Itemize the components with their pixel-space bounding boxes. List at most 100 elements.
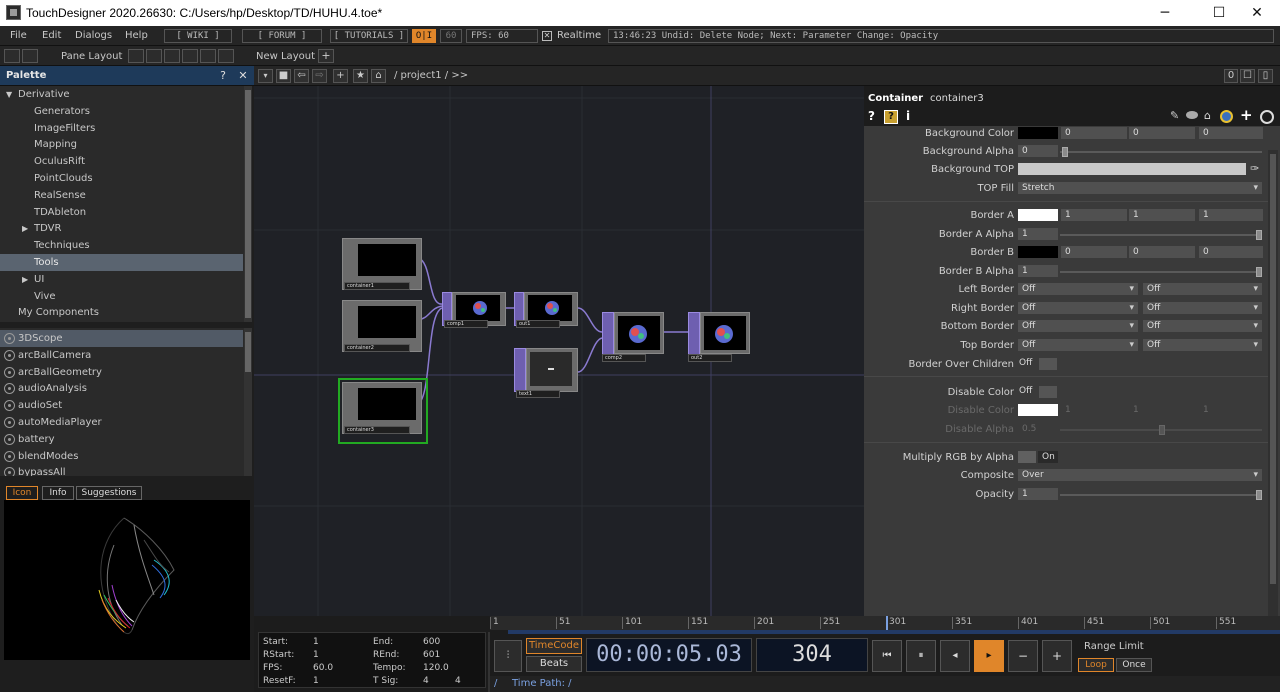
disable-color-b[interactable]: 1 [1198, 403, 1264, 417]
palette-tree-item[interactable]: Mapping [0, 136, 243, 153]
opacity-field[interactable]: 1 [1017, 487, 1059, 501]
border-b-alpha-slider[interactable] [1060, 271, 1262, 273]
border-a-alpha-slider[interactable] [1060, 234, 1262, 236]
back-icon[interactable]: ⇦ [294, 69, 309, 83]
playhead[interactable] [886, 616, 888, 630]
menu-file[interactable]: File [10, 30, 27, 41]
fps-value[interactable]: 60.0 [313, 663, 333, 673]
palette-tree-scrollbar[interactable] [244, 86, 252, 322]
start-value[interactable]: 1 [313, 637, 319, 647]
border-b-swatch[interactable] [1017, 245, 1059, 259]
rewind-icon[interactable]: ⏮ [872, 640, 902, 672]
help-icon[interactable]: ? [868, 109, 875, 123]
decrement-icon[interactable]: − [1008, 640, 1038, 672]
tsig-b-value[interactable]: 4 [455, 676, 461, 686]
layout-split-h-button[interactable] [146, 49, 162, 63]
realtime-checkbox[interactable]: ✕ [542, 31, 552, 41]
left-border-menu-b[interactable]: Off [1142, 282, 1263, 296]
right-border-menu-b[interactable]: Off [1142, 301, 1263, 315]
time-display[interactable]: 00:00:05.03 [586, 638, 752, 672]
layout-quad2-button[interactable] [218, 49, 234, 63]
timeline-handle-icon[interactable]: ⫶ [494, 640, 522, 672]
layout-split-v-button[interactable] [164, 49, 180, 63]
pause-icon[interactable]: ⏸ [906, 640, 936, 672]
border-a-alpha-knob[interactable] [1256, 230, 1262, 240]
palette-tree-item[interactable]: Techniques [0, 237, 243, 254]
range-bar[interactable] [508, 630, 1280, 634]
pane-split-icon[interactable]: ▯ [1258, 69, 1273, 83]
top-fill-menu[interactable]: Stretch [1017, 181, 1263, 195]
menu-edit[interactable]: Edit [42, 30, 61, 41]
new-layout-button[interactable]: + [318, 49, 334, 63]
palette-tree-item[interactable]: ▶ UI [0, 271, 243, 288]
multiply-rgb-value[interactable]: On [1037, 450, 1059, 464]
component-list-item[interactable]: 3DScope [0, 330, 243, 347]
bookmark-star-icon[interactable]: ★ [353, 69, 368, 83]
tsig-a-value[interactable]: 4 [423, 676, 429, 686]
palette-tree-item[interactable]: My Components [0, 304, 243, 321]
bottom-border-menu-a[interactable]: Off [1017, 319, 1139, 333]
resetf-value[interactable]: 1 [313, 676, 319, 686]
comment-icon[interactable] [1186, 111, 1198, 119]
layout-quad-button[interactable] [200, 49, 216, 63]
opacity-knob[interactable] [1256, 490, 1262, 500]
border-b-r[interactable]: 0 [1060, 245, 1128, 259]
palette-tree-item[interactable]: TDAbleton [0, 204, 243, 221]
home-icon[interactable]: ⌂ [371, 69, 386, 83]
border-a-g[interactable]: 1 [1128, 208, 1196, 222]
component-list-scrollbar[interactable] [244, 328, 252, 476]
border-b-alpha-knob[interactable] [1256, 267, 1262, 277]
menu-help[interactable]: Help [125, 30, 148, 41]
border-a-r[interactable]: 1 [1060, 208, 1128, 222]
loop-button[interactable]: Loop [1078, 658, 1114, 672]
top-border-menu-a[interactable]: Off [1017, 338, 1139, 352]
component-list-item[interactable]: arcBallGeometry [0, 364, 243, 381]
border-over-children-toggle[interactable] [1038, 357, 1058, 371]
forum-button[interactable]: [ FORUM ] [242, 29, 322, 43]
add-parameter-icon[interactable]: + [1240, 106, 1253, 124]
disable-alpha-field[interactable]: 0.5 [1017, 422, 1059, 436]
once-button[interactable]: Once [1116, 658, 1152, 672]
expanded-arrow-icon[interactable]: ▼ [6, 86, 12, 103]
bg-color-b[interactable]: 0 [1198, 126, 1264, 140]
layout-triple-button[interactable] [182, 49, 198, 63]
ship-icon[interactable] [22, 49, 38, 63]
tag-icon[interactable]: ⌂ [1204, 109, 1211, 122]
component-list-item[interactable]: arcBallCamera [0, 347, 243, 364]
disable-color-swatch[interactable] [1017, 403, 1059, 417]
palette-tree-item[interactable]: ▼ Derivative [0, 86, 243, 103]
desk-icon[interactable] [4, 49, 20, 63]
layout-single-button[interactable] [128, 49, 144, 63]
network-menu-icon[interactable]: ▾ [258, 69, 273, 83]
bg-top-pick-icon[interactable]: ✑ [1250, 162, 1259, 175]
composite-menu[interactable]: Over [1017, 468, 1263, 482]
component-list-item[interactable]: autoMediaPlayer [0, 414, 243, 431]
component-list-item[interactable]: blendModes [0, 448, 243, 465]
collapsed-arrow-icon[interactable]: ▶ [22, 220, 28, 237]
rend-value[interactable]: 601 [423, 650, 440, 660]
palette-tree-item[interactable]: ▶ TDVR [0, 220, 243, 237]
multiply-rgb-toggle[interactable] [1017, 450, 1037, 464]
pencil-icon[interactable]: ✎ [1170, 109, 1179, 122]
palette-tree-item[interactable]: OculusRift [0, 153, 243, 170]
right-border-menu-a[interactable]: Off [1017, 301, 1139, 315]
border-b-alpha-field[interactable]: 1 [1017, 264, 1059, 278]
bg-color-r[interactable]: 0 [1060, 126, 1128, 140]
wiki-button[interactable]: [ WIKI ] [164, 29, 232, 43]
pane-maximize-icon[interactable]: ☐ [1240, 69, 1255, 83]
stop-icon[interactable]: ■ [276, 69, 291, 83]
border-a-alpha-field[interactable]: 1 [1017, 227, 1059, 241]
palette-help-button[interactable]: ? [214, 68, 232, 84]
increment-icon[interactable]: + [1042, 640, 1072, 672]
tab-icon[interactable]: Icon [6, 486, 38, 500]
bottom-border-menu-b[interactable]: Off [1142, 319, 1263, 333]
disable-color-toggle[interactable] [1038, 385, 1058, 399]
add-operator-icon[interactable]: + [333, 69, 348, 83]
beats-button[interactable]: Beats [526, 656, 582, 672]
palette-tree-item[interactable]: Vive [0, 288, 243, 305]
step-back-icon[interactable]: ◂ [940, 640, 970, 672]
bg-alpha-knob[interactable] [1062, 147, 1068, 157]
collapsed-arrow-icon[interactable]: ▶ [22, 271, 28, 288]
bg-color-g[interactable]: 0 [1128, 126, 1196, 140]
left-border-menu-a[interactable]: Off [1017, 282, 1139, 296]
